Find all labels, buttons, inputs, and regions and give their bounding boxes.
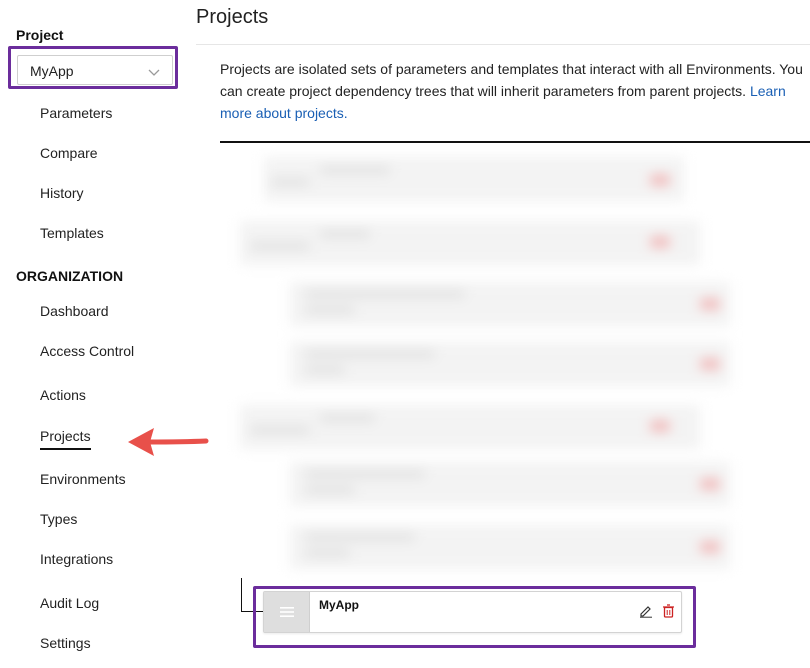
tree-connector-vertical [241,578,242,612]
sidebar-item-integrations[interactable]: Integrations [40,551,113,567]
description-text: Projects are isolated sets of parameters… [220,61,803,99]
pencil-icon[interactable] [639,604,653,623]
project-select-highlight: MyApp [8,46,178,89]
sidebar-item-settings[interactable]: Settings [40,635,91,651]
trash-icon[interactable] [662,604,675,623]
header-divider [196,44,810,45]
sidebar-item-audit-log[interactable]: Audit Log [40,595,99,611]
project-heading: Project [16,27,64,43]
sidebar-item-history[interactable]: History [40,185,84,201]
sidebar-item-compare[interactable]: Compare [40,145,98,161]
drag-handle-icon[interactable] [264,592,310,632]
sidebar-item-access-control[interactable]: Access Control [40,343,134,359]
sidebar-item-actions[interactable]: Actions [40,387,86,403]
sidebar-item-environments[interactable]: Environments [40,471,126,487]
content-divider [220,141,810,143]
sidebar-item-types[interactable]: Types [40,511,77,527]
chevron-down-icon [148,64,160,82]
project-card-myapp[interactable]: MyApp [263,591,682,633]
annotation-arrow [128,428,209,456]
sidebar-item-templates[interactable]: Templates [40,225,104,241]
blurred-project-tree [230,157,748,577]
project-select-value: MyApp [30,63,74,79]
page-title: Projects [196,6,269,28]
sidebar-item-dashboard[interactable]: Dashboard [40,303,109,319]
page-description: Projects are isolated sets of parameters… [220,58,805,124]
sidebar-item-projects[interactable]: Projects [40,428,91,450]
sidebar-item-parameters[interactable]: Parameters [40,105,112,121]
project-select[interactable]: MyApp [17,55,173,85]
sidebar: Project MyApp Parameters Compare History… [0,0,190,668]
project-card-name: MyApp [319,598,359,612]
organization-heading: ORGANIZATION [16,268,124,284]
